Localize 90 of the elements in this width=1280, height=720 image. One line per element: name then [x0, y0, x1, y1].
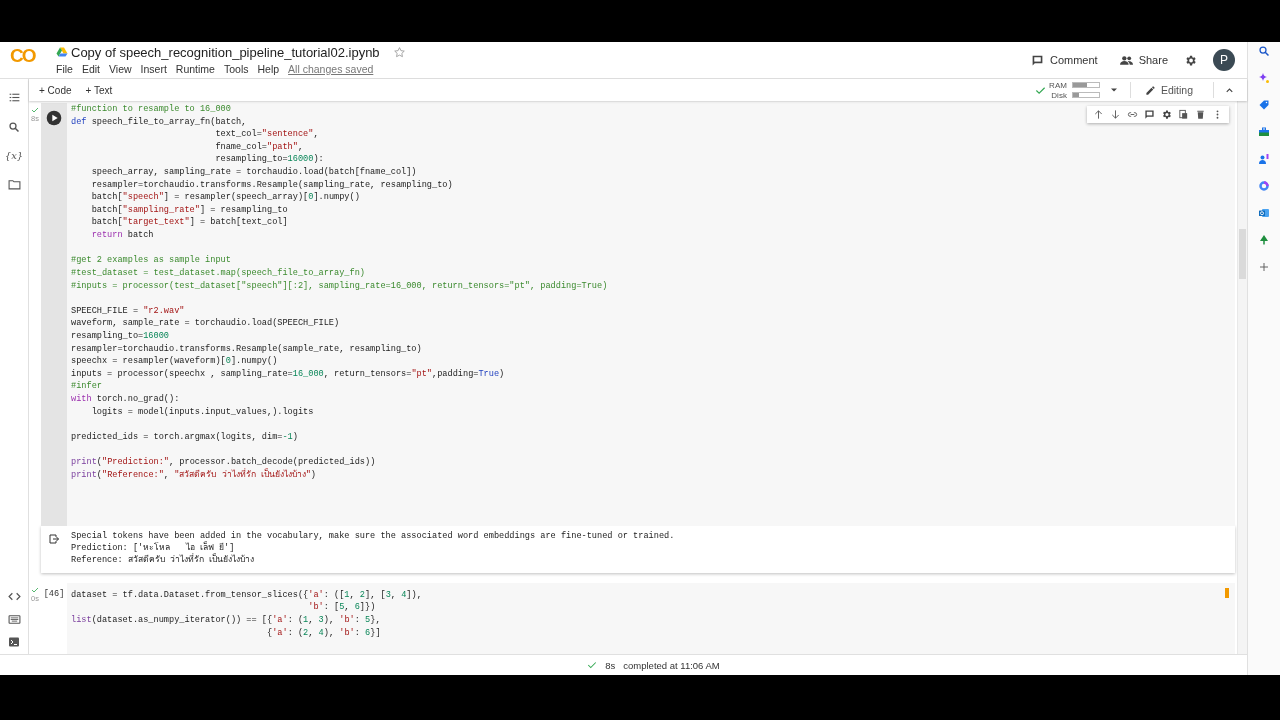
run-duration: 8s [605, 659, 616, 671]
editing-button[interactable]: Editing [1140, 82, 1197, 98]
code-line: print("Reference:", "สวัสดีครับ ว่าไงที่รัก เป็นยังไงบ้าง") [71, 468, 316, 482]
variables-button[interactable]: {x} [4, 150, 24, 161]
code-line: batch["speech"] = resampler(speech_array)[0].numpy() [90, 191, 360, 204]
code-line: resampling_to=16000 [71, 329, 169, 343]
code-line: speech_array, sampling_rate = torchaudio.load(batch[fname_col]) [90, 166, 417, 179]
code-line: predicted_ids = torch.argmax(logits, dim=-1) [71, 430, 298, 444]
code-line: #infer [71, 380, 102, 393]
add-icon[interactable] [1258, 261, 1270, 273]
add-cell-button[interactable]: + Text [81, 82, 117, 98]
settings-icon[interactable] [1161, 109, 1172, 120]
code-line: resampler=torchaudio.transforms.Resample(sample_rate, resampling_to) [71, 342, 422, 356]
code-line: logits = model(inputs.input_values,).logits [90, 405, 314, 419]
code-line: {'a': (2, 4), 'b': 6}] [265, 626, 381, 640]
code-line: #get 2 examples as sample input [71, 254, 231, 267]
code-line: with torch.no_grad(): [71, 393, 180, 406]
code-line: 'b': [5, 6]}) [307, 601, 376, 614]
menu-item[interactable]: Help [257, 61, 280, 76]
menu-item[interactable]: Edit [81, 61, 100, 76]
code-line: SPEECH_FILE = "r2.wav" [71, 304, 185, 318]
code-line: #function to resample to 16_000 [71, 103, 231, 116]
person-icon[interactable] [1258, 153, 1270, 165]
menu-item[interactable]: Insert [140, 61, 167, 76]
mirror-icon[interactable] [1178, 109, 1189, 120]
code-line: batch["target_text"] = batch[text_col] [90, 216, 288, 230]
resource-label: Disk [1050, 90, 1067, 100]
code-line: batch["sampling_rate"] = resampling_to [90, 203, 288, 217]
code-line: resampler=torchaudio.transforms.Resample(sampling_rate, resampling_to) [90, 178, 453, 192]
star-icon[interactable] [392, 45, 406, 59]
search-icon[interactable] [8, 121, 20, 133]
table-of-contents-icon[interactable] [7, 91, 21, 104]
cell-marker [1225, 587, 1229, 598]
sparkle-icon[interactable] [1258, 72, 1270, 84]
drive-icon [56, 46, 68, 58]
pencil-icon [1144, 84, 1156, 96]
output-line: Reference: สวัสดีครับ ว่าไงที่รัก เป็นยังไงบ้าง [70, 554, 256, 567]
output-line: Prediction: ['หะโหล ไอ เล็ฟ ยี'] [70, 543, 235, 554]
resource-label: RAM [1049, 80, 1067, 90]
settings-icon[interactable] [1184, 53, 1197, 67]
code-line: waveform, sample_rate = torchaudio.load(SPEECH_FILE) [71, 317, 340, 330]
comment-button[interactable]: Comment [1024, 50, 1104, 70]
code-line: list(dataset.as_numpy_iterator()) == [{'a': (1, 3), 'b': 5}, [71, 613, 381, 627]
code-line: text_col="sentence", [214, 128, 319, 141]
mail-icon[interactable] [1258, 207, 1270, 219]
code-line: dataset = tf.data.Dataset.from_tensor_slices({'a': ([1, 2], [3, 4]), [71, 588, 422, 602]
status-message: completed at 11:06 AM [623, 659, 720, 671]
menu-item[interactable]: View [109, 61, 132, 76]
output-icon[interactable] [48, 533, 60, 546]
comment-icon [1030, 53, 1044, 67]
code-line: print("Prediction:", processor.batch_decode(predicted_ids)) [71, 456, 376, 468]
code-line: #inputs = processor(test_dataset["speech"][:2], sampling_rate=16_000, return_tensors="pt", padding=True) [71, 279, 608, 293]
code-icon[interactable] [7, 590, 21, 603]
execution-count: [46] [43, 588, 65, 601]
briefcase-icon[interactable] [1258, 126, 1270, 138]
comment-icon[interactable] [1144, 109, 1155, 120]
move-up-icon[interactable] [1093, 109, 1104, 120]
add-cell-button[interactable]: + Code [35, 82, 76, 98]
link-icon[interactable] [1127, 109, 1138, 120]
save-status-link[interactable]: All changes saved [288, 61, 374, 76]
delete-icon[interactable] [1195, 109, 1206, 120]
menu-item[interactable]: Runtime [175, 61, 215, 76]
menu-item[interactable]: Tools [223, 61, 249, 76]
code-line: def speech_file_to_array_fn(batch, [71, 115, 247, 129]
output-line: Special tokens have been added in the vocabulary, make sure the associated word embeddings are fine-tuned or trained. [70, 531, 675, 542]
menu-item[interactable]: File [56, 61, 73, 76]
run-button[interactable] [46, 110, 62, 126]
code-line: inputs = processor(speechx , sampling_rate=16_000, return_tensors="pt",padding=True) [71, 367, 505, 381]
check-icon [31, 585, 39, 594]
check-icon [31, 106, 39, 114]
code-line: fname_col="path", [214, 140, 304, 154]
tree-icon[interactable] [1258, 234, 1270, 246]
code-line: speechx = resampler(waveform)[0].numpy() [71, 355, 278, 368]
resource-monitor[interactable]: RAM Disk [1049, 80, 1100, 100]
scrollbar-thumb[interactable] [1239, 229, 1246, 279]
code-editor[interactable]: dataset = tf.data.Dataset.from_tensor_slices({'a': ([1, 2], [3, 4]), 'b': [5, 6]}) list(dataset.as_numpy_iterator()) == [{'a': (1, 3), 'b': 5}, {'a': (2, 4), 'b': 6}] [67, 582, 1235, 654]
notebook-title[interactable]: Copy of speech_recognition_pipeline_tutorial02.ipynb [71, 44, 380, 60]
code-line: return batch [90, 229, 154, 242]
terminal-icon[interactable] [8, 636, 20, 648]
folder-icon[interactable] [7, 178, 21, 191]
share-icon [1119, 53, 1133, 67]
search-icon[interactable] [1258, 45, 1270, 57]
tag-icon[interactable] [1258, 99, 1270, 111]
code-line: resampling_to=16000): [214, 153, 324, 167]
avatar[interactable]: P [1213, 49, 1235, 71]
ring-icon[interactable] [1258, 180, 1270, 192]
keyboard-icon[interactable] [7, 613, 21, 626]
move-down-icon[interactable] [1110, 109, 1121, 120]
share-button[interactable]: Share [1113, 50, 1174, 70]
code-line: #test_dataset = test_dataset.map(speech_file_to_array_fn) [71, 266, 365, 280]
